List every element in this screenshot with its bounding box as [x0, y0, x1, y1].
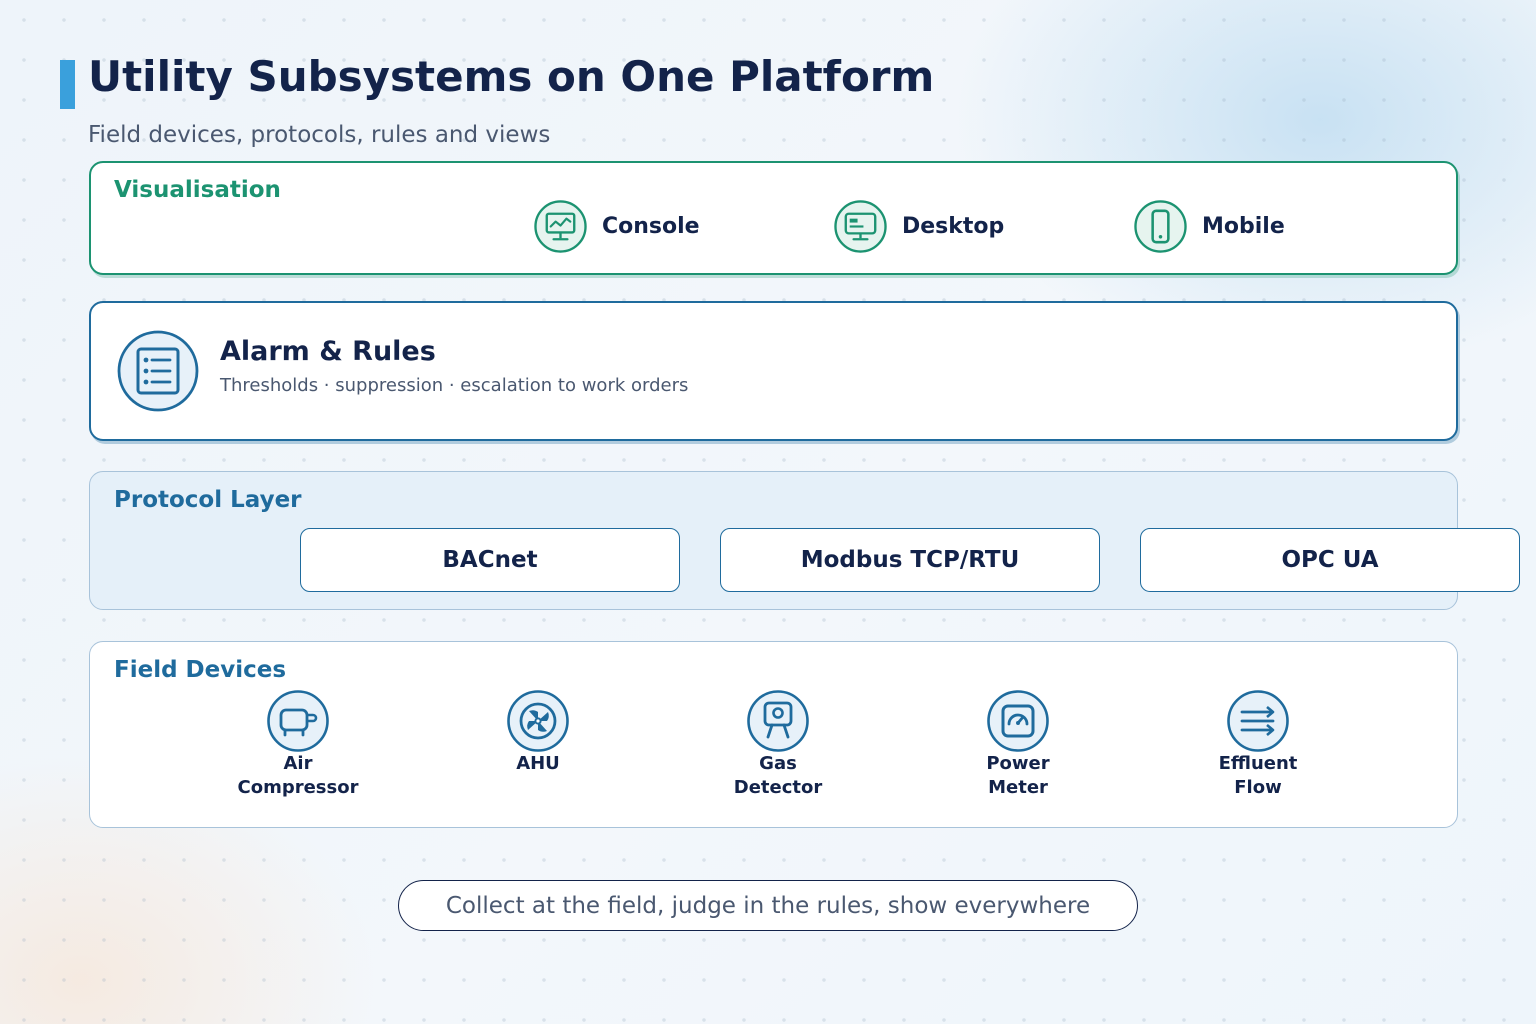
- visualisation-item-label: Console: [602, 213, 700, 239]
- field-device-label-line1: Power: [986, 753, 1050, 774]
- alarm-rules-title: Alarm & Rules: [220, 336, 436, 367]
- desktop-icon: [834, 199, 887, 253]
- flow-icon: [1227, 690, 1289, 752]
- field-devices-label: Field Devices: [114, 657, 287, 683]
- visualisation-item-mobile: Mobile: [1134, 198, 1285, 254]
- fan-icon: [507, 690, 569, 752]
- page-subtitle: Field devices, protocols, rules and view…: [88, 122, 551, 148]
- field-device-gas-detector: Gas Detector: [698, 690, 858, 800]
- field-device-label-line2: Flow: [1234, 777, 1282, 798]
- mobile-phone-icon: [1134, 199, 1187, 253]
- field-device-label-line1: Gas: [759, 753, 797, 774]
- field-device-label-line2: Meter: [988, 777, 1048, 798]
- field-device-label-line1: Effluent: [1218, 753, 1298, 774]
- protocol-box-modbus: Modbus TCP/RTU: [720, 528, 1100, 592]
- field-device-air-compressor: Air Compressor: [218, 690, 378, 800]
- page-title: Utility Subsystems on One Platform: [88, 52, 935, 101]
- field-device-label-line2: Detector: [733, 777, 823, 798]
- visualisation-item-label: Mobile: [1202, 213, 1285, 239]
- checklist-icon: [117, 330, 199, 412]
- visualisation-item-desktop: Desktop: [834, 198, 1004, 254]
- visualisation-item-console: Console: [534, 198, 700, 254]
- console-monitor-icon: [534, 199, 587, 253]
- field-device-label-line1: Air: [283, 753, 313, 774]
- gas-detector-icon: [747, 690, 809, 752]
- visualisation-label: Visualisation: [114, 177, 281, 203]
- field-device-ahu: AHU: [458, 690, 618, 776]
- field-device-label-line1: AHU: [516, 753, 560, 774]
- field-device-effluent-flow: Effluent Flow: [1178, 690, 1338, 800]
- protocol-box-bacnet: BACnet: [300, 528, 680, 592]
- alarm-rules-description: Thresholds · suppression · escalation to…: [220, 375, 689, 396]
- field-device-label-line2: Compressor: [237, 777, 359, 798]
- alarm-rules-panel: [89, 301, 1458, 441]
- protocol-label: Protocol Layer: [114, 487, 302, 513]
- footer-tagline: Collect at the field, judge in the rules…: [398, 880, 1138, 931]
- title-accent-bar: [60, 60, 75, 109]
- air-compressor-icon: [267, 690, 329, 752]
- power-meter-icon: [987, 690, 1049, 752]
- visualisation-item-label: Desktop: [902, 213, 1005, 239]
- protocol-box-opc-ua: OPC UA: [1140, 528, 1520, 592]
- field-device-power-meter: Power Meter: [938, 690, 1098, 800]
